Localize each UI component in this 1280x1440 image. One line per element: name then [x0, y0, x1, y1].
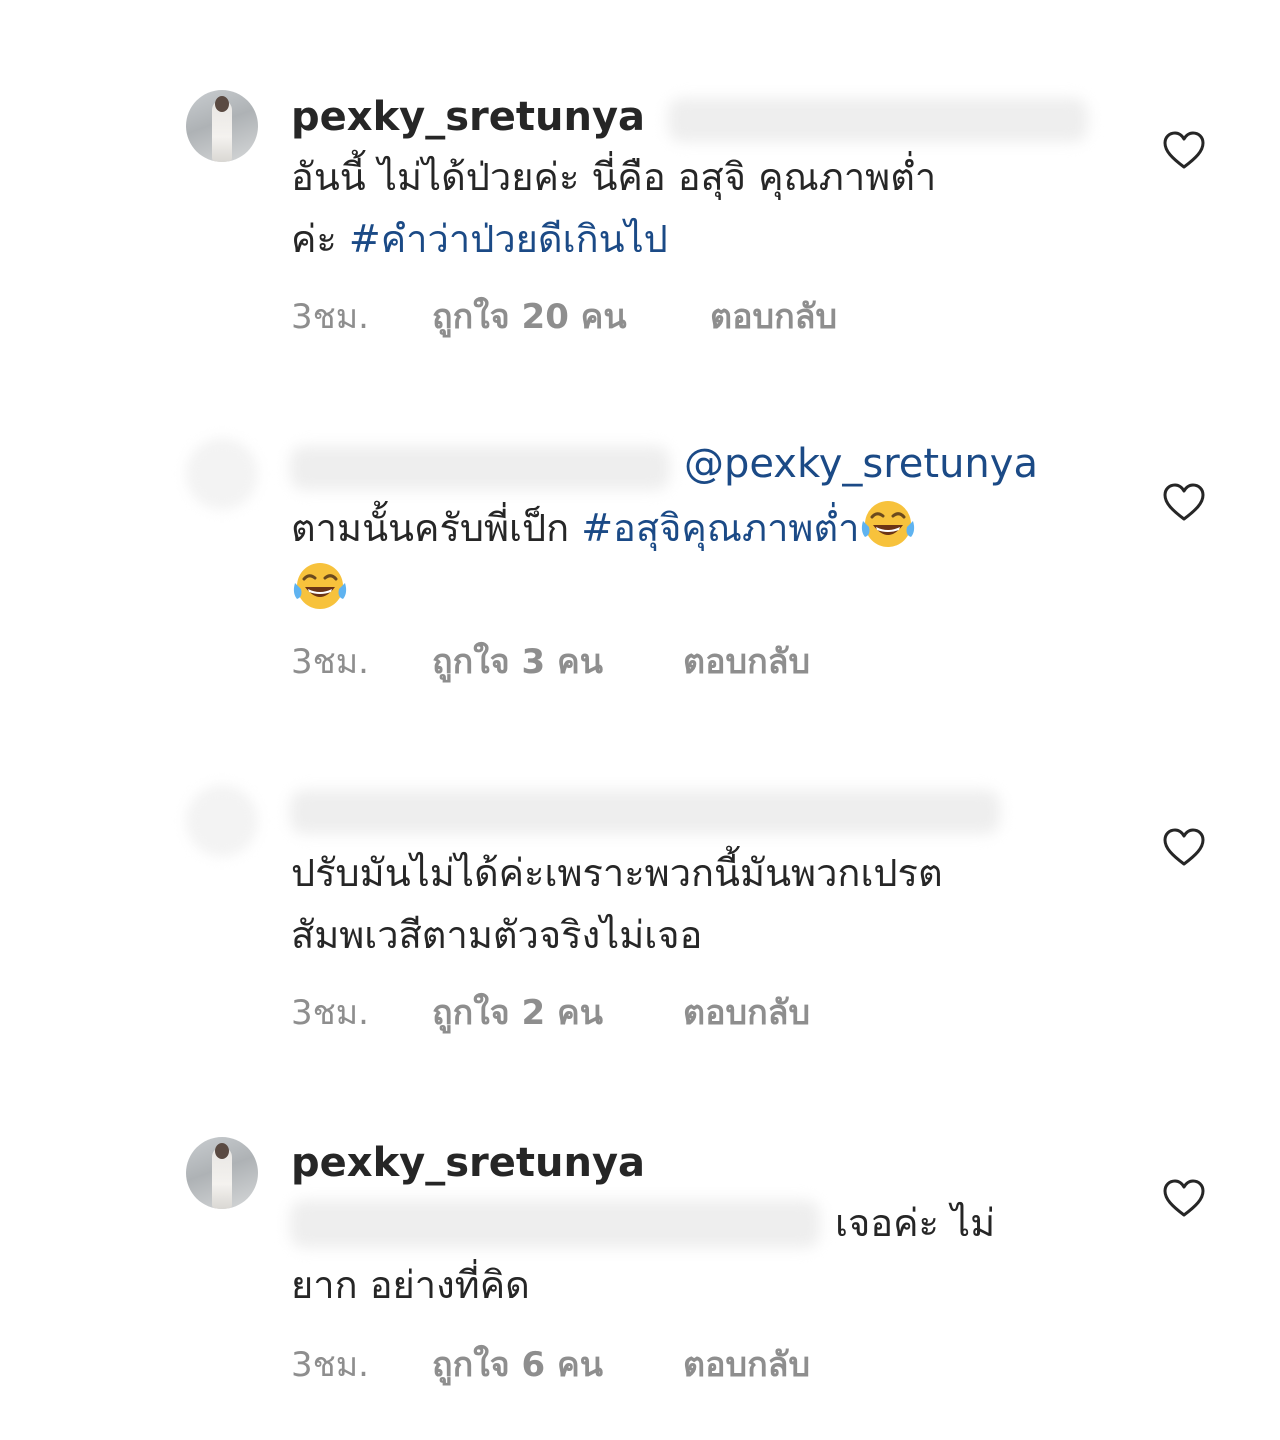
reply-button[interactable]: ตอบกลับ [683, 645, 810, 679]
avatar[interactable] [186, 438, 258, 510]
face-with-tears-of-joy-emoji [291, 559, 349, 617]
mention-link[interactable]: @pexky_sretunya [684, 444, 1038, 484]
avatar[interactable] [186, 90, 258, 162]
heart-outline-icon[interactable] [1162, 482, 1206, 522]
hashtag-link[interactable]: #อสุจิคุณภาพต่ำ [581, 506, 859, 550]
reply-button[interactable]: ตอบกลับ [710, 300, 837, 334]
comment-time: 3ชม. [291, 642, 369, 682]
avatar[interactable] [186, 1137, 258, 1209]
reply-button[interactable]: ตอบกลับ [683, 1348, 810, 1382]
comment-text: ตามนั้นครับพี่เป็ก #อสุจิคุณภาพต่ำ [291, 497, 1091, 621]
comment-text-line: ปรับมันไม่ได้ค่ะเพราะพวกนี้มันพวกเปรต [291, 851, 943, 895]
redacted-username [290, 446, 670, 490]
comment-time: 3ชม. [291, 297, 369, 337]
avatar-head [215, 96, 229, 112]
comment-text-line: สัมพเวสีตามตัวจริงไม่เจอ [291, 913, 703, 957]
redacted-mention [668, 98, 1088, 142]
heart-outline-icon[interactable] [1162, 827, 1206, 867]
comment-text-line: ยาก อย่างที่คิด [291, 1263, 530, 1307]
comment-text: เจอค่ะ ไม่ ยาก อย่างที่คิด [291, 1192, 1091, 1316]
avatar[interactable] [186, 785, 258, 857]
comment-text-line [291, 559, 1091, 621]
heart-outline-icon[interactable] [1162, 1178, 1206, 1218]
avatar-head [215, 1143, 229, 1159]
comment-text-line: อันนี้ ไม่ได้ป่วยค่ะ นี่คือ อสุจิ คุณภาพ… [291, 155, 937, 199]
hashtag-link[interactable]: #คำว่าป่วยดีเกินไป [349, 217, 668, 261]
likes-count[interactable]: ถูกใจ 2 คน [432, 996, 603, 1030]
comment-text: อันนี้ ไม่ได้ป่วยค่ะ นี่คือ อสุจิ คุณภาพ… [291, 146, 1091, 270]
heart-outline-icon[interactable] [1162, 130, 1206, 170]
comment-username[interactable]: pexky_sretunya [291, 1143, 645, 1183]
comment-time: 3ชม. [291, 1345, 369, 1385]
redacted-username [290, 790, 1000, 834]
comment-text-prefix: ค่ะ [291, 217, 349, 261]
comment-time: 3ชม. [291, 993, 369, 1033]
likes-count[interactable]: ถูกใจ 6 คน [432, 1348, 603, 1382]
comment-text-line: เจอค่ะ ไม่ [835, 1201, 996, 1245]
comment-text: ปรับมันไม่ได้ค่ะเพราะพวกนี้มันพวกเปรต สั… [291, 842, 1091, 966]
comment-text-line: ตามนั้นครับพี่เป็ก #อสุจิคุณภาพต่ำ [291, 497, 1091, 559]
comment-text-line: ค่ะ #คำว่าป่วยดีเกินไป [291, 208, 1091, 270]
comment-username[interactable]: pexky_sretunya [291, 97, 645, 137]
face-with-tears-of-joy-emoji [859, 497, 917, 555]
likes-count[interactable]: ถูกใจ 20 คน [432, 300, 627, 334]
comment-text-prefix: ตามนั้นครับพี่เป็ก [291, 506, 582, 550]
likes-count[interactable]: ถูกใจ 3 คน [432, 645, 603, 679]
reply-button[interactable]: ตอบกลับ [683, 996, 810, 1030]
